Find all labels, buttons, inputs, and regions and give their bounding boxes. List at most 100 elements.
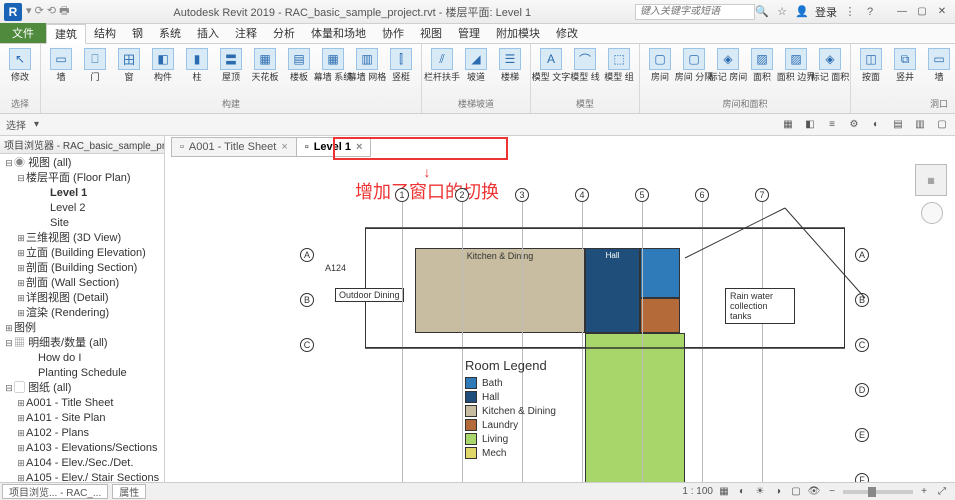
shadow-icon[interactable]: ◑ <box>771 485 785 499</box>
ribbon-tab-结构[interactable]: 结构 <box>86 23 124 43</box>
zoom-out-icon[interactable]: − <box>825 485 839 499</box>
ribbon-btn-标记面积[interactable]: ◈标记 面积 <box>814 46 846 84</box>
tree-node[interactable]: Level 2 <box>2 201 162 216</box>
ribbon-btn-面积边界[interactable]: ▨面积 边界 <box>780 46 812 84</box>
drawing-viewport[interactable]: ▦ Kitchen & Dining Hall Outdoor Dining A… <box>165 158 955 482</box>
status-tab[interactable]: 属性 <box>112 484 146 499</box>
ribbon-btn-构件[interactable]: ◧构件 <box>147 46 179 84</box>
ribbon-tab-插入[interactable]: 插入 <box>189 23 227 43</box>
project-browser-tree[interactable]: ⊟◉ 视图 (all)⊟楼层平面 (Floor Plan)Level 1Leve… <box>0 154 164 482</box>
tree-node[interactable]: ⊟▦ 明细表/数量 (all) <box>2 336 162 351</box>
exchange-icon[interactable]: ⋮ <box>843 5 857 19</box>
tree-node[interactable]: ⊞详图视图 (Detail) <box>2 291 162 306</box>
ribbon-tab-建筑[interactable]: 建筑 <box>46 24 86 44</box>
reveal-icon[interactable]: ◐ <box>869 118 883 132</box>
ribbon-tab-注释[interactable]: 注释 <box>227 23 265 43</box>
ribbon-tab-视图[interactable]: 视图 <box>412 23 450 43</box>
ribbon-btn-栏杆扶手[interactable]: ⫽栏杆扶手 <box>426 46 458 84</box>
tree-node[interactable]: ⊟楼层平面 (Floor Plan) <box>2 171 162 186</box>
tree-node[interactable]: ⊞A104 - Elev./Sec./Det. <box>2 456 162 471</box>
ribbon-btn-房间[interactable]: ▢房间 <box>644 46 676 84</box>
tree-node[interactable]: Site <box>2 216 162 231</box>
minimize-button[interactable]: — <box>893 4 911 20</box>
ribbon-btn-门[interactable]: ⎕门 <box>79 46 111 84</box>
ribbon-btn-修改[interactable]: ↖修改 <box>4 46 36 84</box>
ribbon-btn-窗[interactable]: 田窗 <box>113 46 145 84</box>
close-button[interactable]: ✕ <box>933 4 951 20</box>
close-tab-icon[interactable]: × <box>281 141 287 153</box>
ribbon-btn-幕墙系统[interactable]: ▦幕墙 系统 <box>317 46 349 84</box>
favorite-icon[interactable]: ☆ <box>775 5 789 19</box>
detail-level-icon[interactable]: ▦ <box>717 485 731 499</box>
ribbon-tab-系统[interactable]: 系统 <box>151 23 189 43</box>
tree-node[interactable]: How do I <box>2 351 162 366</box>
ribbon-btn-墙[interactable]: ▭墙 <box>45 46 77 84</box>
q6-icon[interactable]: ▤ <box>891 118 905 132</box>
ribbon-btn-柱[interactable]: ▮柱 <box>181 46 213 84</box>
ribbon-tab-钢[interactable]: 钢 <box>124 23 151 43</box>
nav-wheel[interactable] <box>921 202 943 224</box>
ribbon-btn-楼梯[interactable]: ☰楼梯 <box>494 46 526 84</box>
tree-node[interactable]: ⊞A101 - Site Plan <box>2 411 162 426</box>
ribbon-btn-竖梃[interactable]: ⫿竖梃 <box>385 46 417 84</box>
ribbon-tab-附加模块[interactable]: 附加模块 <box>488 23 548 43</box>
ribbon-btn-墙[interactable]: ▭墙 <box>923 46 955 84</box>
ribbon-btn-竖井[interactable]: ⧉竖井 <box>889 46 921 84</box>
tree-node[interactable]: ⊞A103 - Elevations/Sections <box>2 441 162 456</box>
ribbon-btn-坡道[interactable]: ◢坡道 <box>460 46 492 84</box>
ribbon-btn-幕墙网格[interactable]: ▥幕墙 网格 <box>351 46 383 84</box>
ribbon-tab-体量和场地[interactable]: 体量和场地 <box>303 23 374 43</box>
ribbon-btn-模型组[interactable]: ⬚模型 组 <box>603 46 635 84</box>
ribbon-btn-标记房间[interactable]: ◈标记 房间 <box>712 46 744 84</box>
ribbon-tab-协作[interactable]: 协作 <box>374 23 412 43</box>
help-search-input[interactable] <box>635 4 755 20</box>
help-icon[interactable]: ? <box>863 5 877 19</box>
tree-node[interactable]: ⊟▢ 图纸 (all) <box>2 381 162 396</box>
ribbon-btn-模型线[interactable]: ⌒模型 线 <box>569 46 601 84</box>
scale-label[interactable]: 1 : 100 <box>682 486 713 497</box>
ribbon-tab-分析[interactable]: 分析 <box>265 23 303 43</box>
vg-icon[interactable]: ◧ <box>803 118 817 132</box>
sun-icon[interactable]: ☀ <box>753 485 767 499</box>
q7-icon[interactable]: ▥ <box>913 118 927 132</box>
tree-node[interactable]: Level 1 <box>2 186 162 201</box>
view-cube[interactable]: ▦ <box>915 164 947 196</box>
login-link[interactable]: 登录 <box>815 4 837 20</box>
doc-tab-A001---Title-Sheet[interactable]: ▫A001 - Title Sheet× <box>171 137 297 157</box>
ribbon-btn-天花板[interactable]: ▦天花板 <box>249 46 281 84</box>
ribbon-tab-修改[interactable]: 修改 <box>548 23 586 43</box>
hide-icon[interactable]: 👁 <box>807 485 821 499</box>
tree-node[interactable]: ⊞剖面 (Wall Section) <box>2 276 162 291</box>
tree-node[interactable]: ⊞图例 <box>2 321 162 336</box>
tree-node[interactable]: ⊞三维视图 (3D View) <box>2 231 162 246</box>
tree-node[interactable]: ⊞A001 - Title Sheet <box>2 396 162 411</box>
crop-icon[interactable]: ▢ <box>789 485 803 499</box>
zoom-in-icon[interactable]: + <box>917 485 931 499</box>
ribbon-tab-管理[interactable]: 管理 <box>450 23 488 43</box>
tree-node[interactable]: ⊟◉ 视图 (all) <box>2 156 162 171</box>
thin-lines-icon[interactable]: ≡ <box>825 118 839 132</box>
ribbon-btn-房间分隔[interactable]: ▢房间 分隔 <box>678 46 710 84</box>
dropdown-icon[interactable]: ▾ <box>34 119 39 130</box>
user-icon[interactable]: 👤 <box>795 5 809 19</box>
ribbon-btn-模型文字[interactable]: A模型 文字 <box>535 46 567 84</box>
close-hidden-icon[interactable]: ⚙ <box>847 118 861 132</box>
file-tab[interactable]: 文件 <box>0 23 46 43</box>
tree-node[interactable]: ⊞立面 (Building Elevation) <box>2 246 162 261</box>
tree-node[interactable]: ⊞A105 - Elev./ Stair Sections <box>2 471 162 482</box>
search-icon[interactable]: 🔍 <box>755 5 769 19</box>
maximize-button[interactable]: ▢ <box>913 4 931 20</box>
ribbon-btn-面积[interactable]: ▨面积 <box>746 46 778 84</box>
zoom-fit-icon[interactable]: ⤢ <box>935 485 949 499</box>
status-tab[interactable]: 项目浏览... - RAC_... <box>2 484 108 499</box>
zoom-slider[interactable] <box>843 490 913 494</box>
ribbon-btn-楼板[interactable]: ▤楼板 <box>283 46 315 84</box>
close-tab-icon[interactable]: × <box>356 141 362 153</box>
doc-tab-Level-1[interactable]: ▫Level 1× <box>296 137 372 157</box>
tree-node[interactable]: ⊞渲染 (Rendering) <box>2 306 162 321</box>
visual-style-icon[interactable]: ◐ <box>735 485 749 499</box>
filter-icon[interactable]: ▦ <box>781 118 795 132</box>
tree-node[interactable]: Planting Schedule <box>2 366 162 381</box>
tree-node[interactable]: ⊞剖面 (Building Section) <box>2 261 162 276</box>
ribbon-btn-按面[interactable]: ◫按面 <box>855 46 887 84</box>
